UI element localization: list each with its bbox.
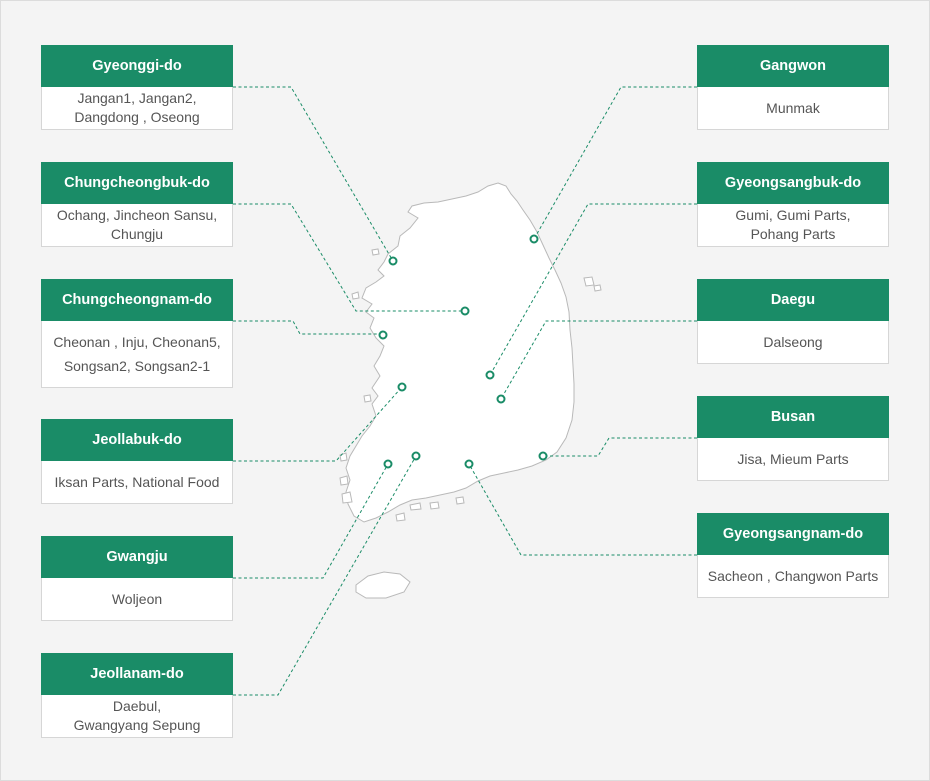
site-marker-chungbuk[interactable] [460, 306, 470, 316]
region-sites: Sacheon , Changwon Parts [707, 567, 879, 584]
region-sites: Ochang, Jincheon Sansu, Chungju [56, 207, 218, 242]
region-card-chungbuk: Chungcheongbuk-do Ochang, Jincheon Sansu… [41, 162, 233, 247]
region-card-daegu: Daegu Dalseong [697, 279, 889, 364]
jeju-island [355, 571, 411, 599]
site-marker-gyeonggi[interactable] [388, 256, 398, 266]
island [363, 394, 372, 403]
region-sites: Daebul, Gwangyang Sepung [73, 698, 201, 733]
region-name: Chungcheongnam-do [41, 279, 233, 321]
region-name: Jeollabuk-do [41, 419, 233, 461]
region-sites: Iksan Parts, National Food [54, 473, 220, 490]
region-sites: Dalseong [763, 333, 823, 350]
site-marker-jeonnam[interactable] [411, 451, 421, 461]
island [593, 284, 602, 292]
region-card-gangwon: Gangwon Munmak [697, 45, 889, 130]
region-name: Chungcheongbuk-do [41, 162, 233, 204]
island [339, 452, 348, 462]
region-name: Daegu [697, 279, 889, 321]
island [583, 276, 595, 287]
island [395, 512, 406, 522]
leader-line-chungnam [233, 320, 383, 335]
region-card-jeonbuk: Jeollabuk-do Iksan Parts, National Food [41, 419, 233, 504]
site-marker-gyeongbuk[interactable] [485, 370, 495, 380]
region-sites: Munmak [766, 99, 820, 116]
site-marker-busan[interactable] [538, 451, 548, 461]
island [371, 248, 380, 256]
region-card-chungnam: Chungcheongnam-do Cheonan , Inju, Cheona… [41, 279, 233, 388]
island [409, 502, 422, 511]
region-sites: Cheonan , Inju, Cheonan5, Songsan2, Song… [53, 334, 221, 374]
region-card-gyeonggi: Gyeonggi-do Jangan1, Jangan2, Dangdong ,… [41, 45, 233, 130]
leader-line-busan [543, 437, 697, 457]
region-sites: Jangan1, Jangan2, Dangdong , Oseong [74, 90, 200, 125]
region-card-jeonnam: Jeollanam-do Daebul, Gwangyang Sepung [41, 653, 233, 738]
leader-line-gangwon [533, 86, 697, 240]
region-card-busan: Busan Jisa, Mieum Parts [697, 396, 889, 481]
leader-line-gyeonggi [233, 86, 394, 262]
island [429, 501, 440, 510]
site-marker-chungnam[interactable] [378, 330, 388, 340]
leader-line-gyeongnam [468, 463, 697, 556]
region-sites: Woljeon [111, 590, 163, 607]
region-card-gyeongnam: Gyeongsangnam-do Sacheon , Changwon Part… [697, 513, 889, 598]
site-marker-gangwon[interactable] [529, 234, 539, 244]
island [351, 291, 360, 300]
region-name: Gwangju [41, 536, 233, 578]
region-card-gyeongbuk: Gyeongsangbuk-do Gumi, Gumi Parts, Pohan… [697, 162, 889, 247]
region-name: Jeollanam-do [41, 653, 233, 695]
region-sites: Gumi, Gumi Parts, Pohang Parts [735, 207, 851, 242]
region-name: Busan [697, 396, 889, 438]
region-name: Gyeongsangnam-do [697, 513, 889, 555]
region-sites: Jisa, Mieum Parts [737, 450, 849, 467]
region-name: Gyeonggi-do [41, 45, 233, 87]
site-marker-gwangju[interactable] [383, 459, 393, 469]
region-name: Gyeongsangbuk-do [697, 162, 889, 204]
island [339, 475, 349, 486]
korean-peninsula [345, 182, 575, 523]
site-marker-daegu[interactable] [496, 394, 506, 404]
island [455, 496, 465, 505]
region-card-gwangju: Gwangju Woljeon [41, 536, 233, 621]
site-marker-gyeongnam[interactable] [464, 459, 474, 469]
region-name: Gangwon [697, 45, 889, 87]
site-marker-jeonbuk[interactable] [397, 382, 407, 392]
island [341, 491, 353, 504]
